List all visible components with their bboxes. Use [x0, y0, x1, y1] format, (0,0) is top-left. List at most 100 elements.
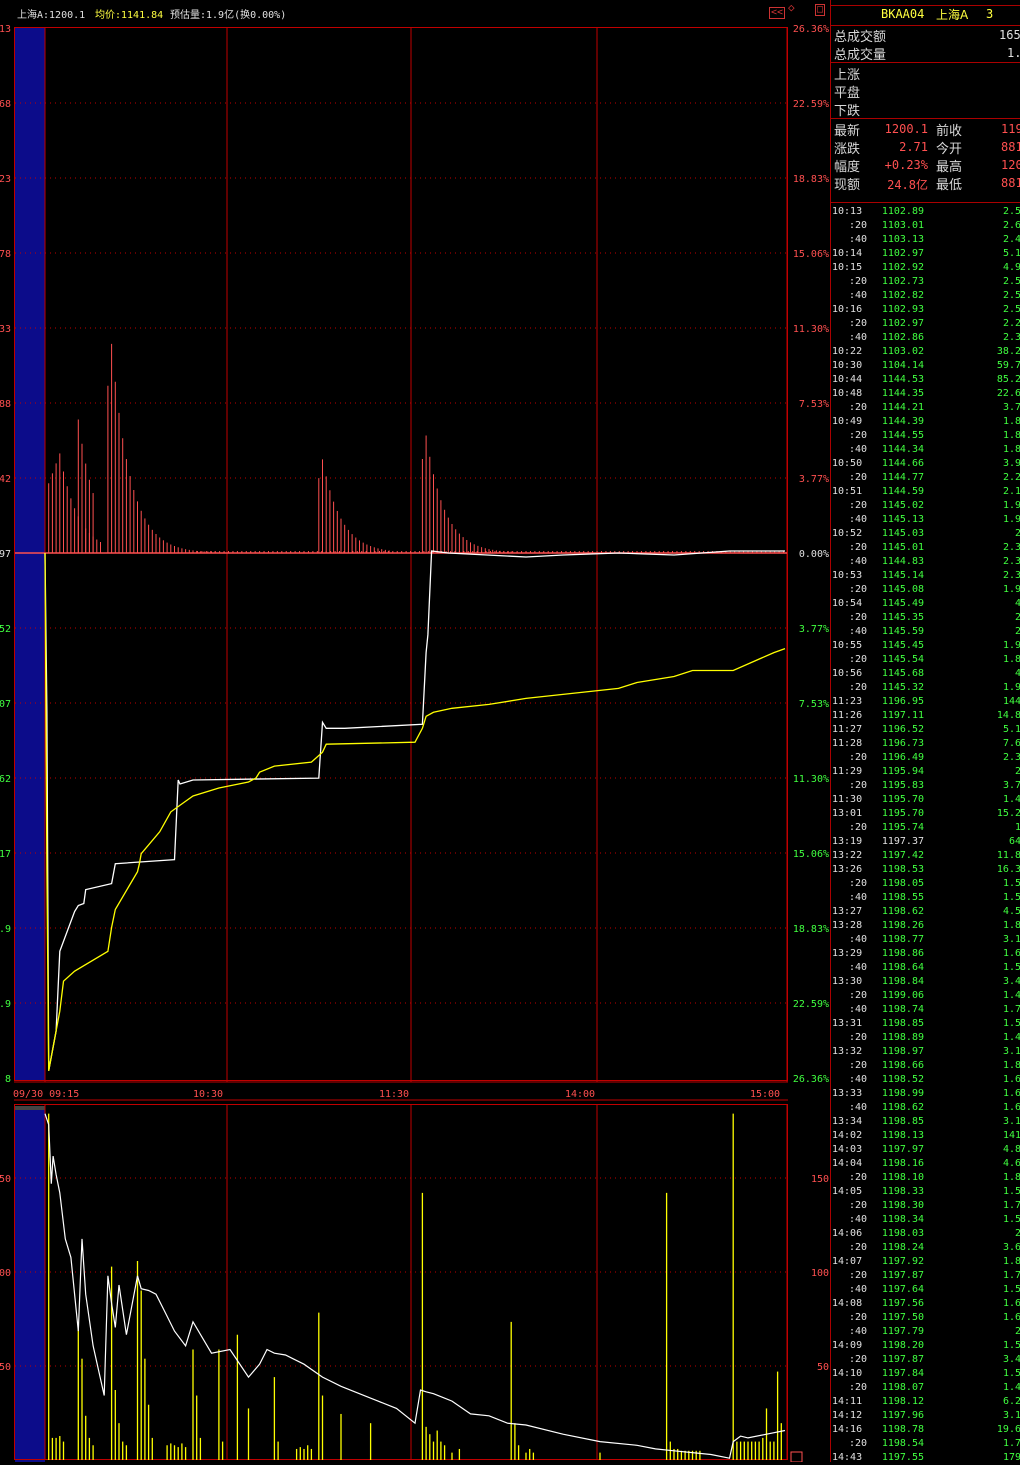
tick-row[interactable]: :20 1197.87 3.4 [831, 1353, 1020, 1367]
tick-price: 1198.34 [881, 1214, 924, 1225]
tick-row[interactable]: 10:15 1102.92 4.9 [831, 261, 1020, 275]
tick-row[interactable]: 10:48 1144.35 22.6 [831, 387, 1020, 401]
tick-row[interactable]: :40 1102.86 2.3 [831, 331, 1020, 345]
tick-row[interactable]: :20 1198.24 3.6 [831, 1241, 1020, 1255]
quote-panel: BKAA04 上海A 3 总成交额 165 总成交量 1. 上涨 平盘 下跌 最… [830, 0, 1020, 1465]
tick-row[interactable]: 10:54 1145.49 4 [831, 597, 1020, 611]
tick-row[interactable]: 13:33 1198.99 1.6 [831, 1087, 1020, 1101]
tick-row[interactable]: :20 1144.55 1.8 [831, 429, 1020, 443]
tick-row[interactable]: :40 1145.59 2 [831, 625, 1020, 639]
tick-time: :20 [849, 1060, 868, 1071]
tick-row[interactable]: 14:07 1197.92 1.8 [831, 1255, 1020, 1269]
tick-row[interactable]: 13:22 1197.42 11.8 [831, 849, 1020, 863]
chart-area[interactable]: 13 68 23 78 33 88 42 97 52 07 62 17 .9 .9 8 26.36% 22.59… [0, 0, 830, 1462]
tick-row[interactable]: :40 1198.34 1.5 [831, 1213, 1020, 1227]
tick-row[interactable]: :20 1198.07 1.4 [831, 1381, 1020, 1395]
tick-row[interactable]: 11:23 1196.95 144 [831, 695, 1020, 709]
tick-row[interactable]: :20 1199.06 1.4 [831, 989, 1020, 1003]
tick-time: 10:13 [832, 206, 863, 217]
tick-price: 1104.14 [881, 360, 924, 371]
tick-row[interactable]: :20 1145.54 1.8 [831, 653, 1020, 667]
tick-row[interactable]: 14:16 1198.78 19.6 [831, 1423, 1020, 1437]
tick-row[interactable]: 10:30 1104.14 59.7 [831, 359, 1020, 373]
tick-row[interactable]: :20 1195.74 1 [831, 821, 1020, 835]
market-name: 上海A [936, 8, 969, 22]
tick-row[interactable]: 10:14 1102.97 5.1 [831, 247, 1020, 261]
tick-row[interactable]: :40 1198.55 1.5 [831, 891, 1020, 905]
tick-row[interactable]: 14:03 1197.97 4.8 [831, 1143, 1020, 1157]
tick-row[interactable]: 10:13 1102.89 2.5 [831, 205, 1020, 219]
tick-row[interactable]: 14:09 1198.20 1.5 [831, 1339, 1020, 1353]
right-tick-label: 18.83% [793, 174, 829, 185]
tick-row[interactable]: 14:05 1198.33 1.5 [831, 1185, 1020, 1199]
tick-row[interactable]: :20 1102.73 2.5 [831, 275, 1020, 289]
tick-row[interactable]: 10:55 1145.45 1.9 [831, 639, 1020, 653]
tick-row[interactable]: :40 1198.74 1.7 [831, 1003, 1020, 1017]
tick-row[interactable]: 14:04 1198.16 4.6 [831, 1157, 1020, 1171]
tick-row[interactable]: :40 1144.34 1.8 [831, 443, 1020, 457]
tick-row[interactable]: 13:30 1198.84 3.4 [831, 975, 1020, 989]
tick-row[interactable]: 14:10 1197.84 1.5 [831, 1367, 1020, 1381]
tick-row[interactable]: :20 1198.05 1.5 [831, 877, 1020, 891]
tick-row[interactable]: 10:52 1145.03 2 [831, 527, 1020, 541]
tick-row[interactable]: :20 1102.97 2.2 [831, 317, 1020, 331]
tick-row[interactable]: 14:02 1198.13 141 [831, 1129, 1020, 1143]
tick-row[interactable]: 10:50 1144.66 3.9 [831, 457, 1020, 471]
tick-row[interactable]: :20 1197.87 1.7 [831, 1269, 1020, 1283]
tick-row[interactable]: 13:34 1198.85 3.1 [831, 1115, 1020, 1129]
tick-row[interactable]: :20 1145.08 1.9 [831, 583, 1020, 597]
tick-row[interactable]: :40 1198.62 1.6 [831, 1101, 1020, 1115]
tick-row[interactable]: 13:26 1198.53 16.3 [831, 863, 1020, 877]
tick-row[interactable]: 14:43 1197.55 179 [831, 1451, 1020, 1465]
tick-row[interactable]: :20 1195.83 3.7 [831, 779, 1020, 793]
tick-row[interactable]: :20 1198.10 1.8 [831, 1171, 1020, 1185]
tick-row[interactable]: 13:31 1198.85 1.5 [831, 1017, 1020, 1031]
tick-row[interactable]: 14:11 1198.12 6.2 [831, 1395, 1020, 1409]
tick-time: 10:44 [832, 374, 863, 385]
index-code[interactable]: BKAA04 [881, 7, 924, 21]
tick-row[interactable]: 10:22 1103.02 38.2 [831, 345, 1020, 359]
tick-row[interactable]: 13:27 1198.62 4.5 [831, 905, 1020, 919]
tick-row[interactable]: :20 1145.35 2 [831, 611, 1020, 625]
tick-row[interactable]: :20 1144.77 2.2 [831, 471, 1020, 485]
tick-row[interactable]: :40 1102.82 2.5 [831, 289, 1020, 303]
tick-row[interactable]: 13:29 1198.86 1.6 [831, 947, 1020, 961]
tick-row[interactable]: 11:30 1195.70 1.4 [831, 793, 1020, 807]
tick-row[interactable]: :20 1198.66 1.8 [831, 1059, 1020, 1073]
tick-row[interactable]: :40 1145.13 1.9 [831, 513, 1020, 527]
tick-row[interactable]: :20 1144.21 3.7 [831, 401, 1020, 415]
tick-row[interactable]: 11:26 1197.11 14.8 [831, 709, 1020, 723]
tick-row[interactable]: :40 1197.64 1.5 [831, 1283, 1020, 1297]
tick-row[interactable]: :20 1198.89 1.4 [831, 1031, 1020, 1045]
tick-row[interactable]: :40 1144.83 2.3 [831, 555, 1020, 569]
tick-row[interactable]: :40 1103.13 2.4 [831, 233, 1020, 247]
tick-row[interactable]: :20 1198.54 1.7 [831, 1437, 1020, 1451]
tick-row[interactable]: 10:56 1145.68 4 [831, 667, 1020, 681]
tick-row[interactable]: 13:19 1197.37 64 [831, 835, 1020, 849]
tick-row[interactable]: :40 1198.52 1.6 [831, 1073, 1020, 1087]
tick-row[interactable]: :40 1198.77 3.1 [831, 933, 1020, 947]
tick-row[interactable]: :20 1103.01 2.6 [831, 219, 1020, 233]
tick-row[interactable]: :20 1198.30 1.7 [831, 1199, 1020, 1213]
tick-row[interactable]: 13:32 1198.97 3.1 [831, 1045, 1020, 1059]
tick-row[interactable]: 13:28 1198.26 1.8 [831, 919, 1020, 933]
tick-row[interactable]: :20 1196.49 2.3 [831, 751, 1020, 765]
tick-row[interactable]: :20 1145.32 1.9 [831, 681, 1020, 695]
tick-row[interactable]: 10:16 1102.93 2.5 [831, 303, 1020, 317]
tick-row[interactable]: :40 1197.79 2 [831, 1325, 1020, 1339]
tick-row[interactable]: 10:44 1144.53 85.2 [831, 373, 1020, 387]
tick-row[interactable]: 11:27 1196.52 5.1 [831, 723, 1020, 737]
tick-row[interactable]: :20 1145.02 1.9 [831, 499, 1020, 513]
tick-row[interactable]: :20 1197.50 1.6 [831, 1311, 1020, 1325]
tick-row[interactable]: 10:53 1145.14 2.3 [831, 569, 1020, 583]
tick-row[interactable]: 14:06 1198.03 2 [831, 1227, 1020, 1241]
tick-row[interactable]: :20 1145.01 2.3 [831, 541, 1020, 555]
tick-row[interactable]: 10:51 1144.59 2.1 [831, 485, 1020, 499]
tick-row[interactable]: 14:12 1197.96 3.1 [831, 1409, 1020, 1423]
tick-row[interactable]: 14:08 1197.56 1.6 [831, 1297, 1020, 1311]
tick-row[interactable]: 13:01 1195.70 15.2 [831, 807, 1020, 821]
tick-row[interactable]: 11:28 1196.73 7.6 [831, 737, 1020, 751]
tick-row[interactable]: 10:49 1144.39 1.8 [831, 415, 1020, 429]
tick-row[interactable]: 11:29 1195.94 2 [831, 765, 1020, 779]
tick-row[interactable]: :40 1198.64 1.5 [831, 961, 1020, 975]
